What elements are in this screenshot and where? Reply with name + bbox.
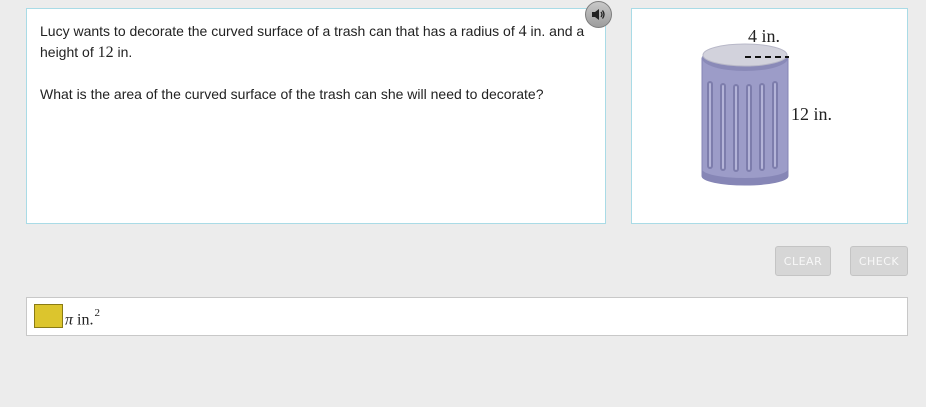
question-text: Lucy wants to decorate the curved surfac… [40,21,600,125]
clear-button[interactable]: CLEAR [775,246,831,276]
question-paragraph: Lucy wants to decorate the curved surfac… [40,21,600,63]
height-label: 12 in. [791,104,832,124]
question-panel: Lucy wants to decorate the curved surfac… [26,8,606,224]
radius-value: 4 [518,23,527,40]
answer-row: π in.2 [26,297,908,336]
question-prompt: What is the area of the curved surface o… [40,86,544,102]
read-aloud-button[interactable] [585,1,612,28]
radius-label: 4 in. [748,26,780,46]
speaker-icon [592,9,605,20]
figure-panel: 4 in. 12 in. [631,8,908,224]
pi-symbol: π [65,311,74,329]
height-value: 12 [97,44,114,61]
unit-exponent: 2 [94,307,100,319]
answer-unit: π in.2 [65,305,100,330]
question-text-part: in. [113,44,133,60]
answer-input[interactable] [34,304,63,328]
unit-label: in. [77,311,94,329]
trash-can-figure: 4 in. 12 in. [701,26,832,186]
check-button[interactable]: CHECK [850,246,908,276]
question-text-part: Lucy wants to decorate the curved surfac… [40,23,519,39]
